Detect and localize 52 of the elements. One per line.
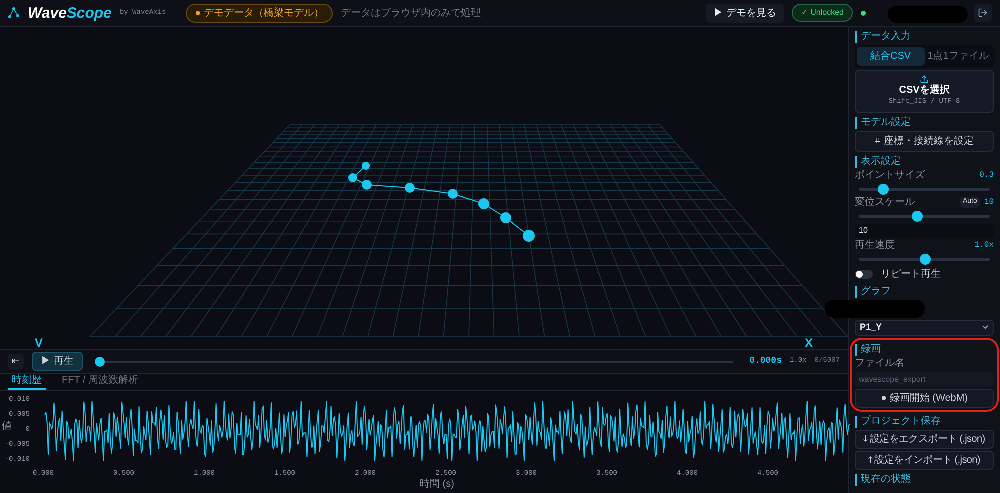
logo-icon bbox=[8, 7, 20, 19]
timeline-thumb[interactable] bbox=[94, 356, 105, 366]
upload-title: CSVを選択 bbox=[899, 84, 950, 97]
logo-text: WaveScope bbox=[28, 6, 112, 20]
field-label: ファイル名 bbox=[855, 358, 906, 370]
slider-thumb[interactable] bbox=[878, 184, 889, 194]
section-title: データ入力 bbox=[855, 31, 994, 43]
demo-button[interactable]: ▶ デモを見る bbox=[706, 4, 784, 22]
slider-track[interactable] bbox=[859, 210, 990, 222]
setting-reading: 0.3 bbox=[980, 170, 994, 182]
section-title: 表示設定 bbox=[855, 156, 994, 168]
notice-text: データはブラウザ内のみで処理 bbox=[340, 6, 481, 20]
setting-reading: 1.0x bbox=[974, 240, 994, 252]
slider-thumb[interactable] bbox=[912, 210, 923, 222]
setting-reading: 10 bbox=[984, 196, 994, 208]
slider-track[interactable] bbox=[859, 184, 990, 194]
chart-tab[interactable]: FFT / 周波数解析 bbox=[58, 374, 142, 390]
axis-label: X bbox=[804, 337, 813, 349]
record-button[interactable]: ● 録画開始 (WebM) bbox=[855, 388, 994, 408]
play-button[interactable]: ▶ 再生 bbox=[32, 352, 83, 371]
file-name-input[interactable]: wavescope_export bbox=[855, 372, 994, 386]
export-button[interactable]: ⤓ 設定をエクスポート (.json) bbox=[855, 430, 994, 448]
slider-thumb[interactable] bbox=[920, 254, 930, 264]
axis-label: V bbox=[35, 337, 44, 349]
setting-label: 変位スケール bbox=[855, 196, 916, 208]
setting-label: ポイントサイズ bbox=[855, 170, 925, 182]
repeat-toggle[interactable] bbox=[855, 270, 873, 278]
repeat-label: リピート再生 bbox=[881, 268, 941, 282]
demo-data-badge: ● デモデータ（橋梁モデル） bbox=[186, 4, 333, 22]
scale-input[interactable]: 10 bbox=[855, 224, 994, 238]
time-reading: 0.000s bbox=[750, 354, 782, 368]
logout-button[interactable] bbox=[974, 4, 992, 22]
section-title: 録画 bbox=[855, 344, 994, 356]
section-title: モデル設定 bbox=[855, 116, 994, 128]
chevron-icon bbox=[982, 325, 989, 330]
logout-icon bbox=[978, 8, 988, 18]
slider-track[interactable] bbox=[859, 254, 990, 264]
chart-tab[interactable]: 時刻歴 bbox=[8, 374, 46, 390]
input-mode-tab[interactable]: 結合CSV bbox=[857, 47, 924, 66]
section-title: 現在の状態 bbox=[855, 474, 994, 486]
y-axis-label: 値 bbox=[2, 420, 12, 434]
import-button[interactable]: ⤒ 設定をインポート (.json) bbox=[855, 450, 994, 470]
section-title: プロジェクト保存 bbox=[855, 416, 994, 428]
status-badge: ✓ Unlocked bbox=[792, 4, 853, 22]
setting-label: 再生速度 bbox=[855, 240, 895, 252]
upload-icon bbox=[920, 75, 929, 84]
reset-button[interactable]: ⇤ bbox=[8, 354, 24, 370]
series-select[interactable]: P1_Y bbox=[855, 320, 994, 336]
x-axis-label: 時間 (s) bbox=[420, 479, 454, 490]
coordinates-button[interactable]: ⌗ 座標・接続線を設定 bbox=[855, 130, 994, 152]
section-title: グラフ bbox=[855, 286, 994, 298]
input-mode-tab[interactable]: 1点1ファイル bbox=[924, 47, 992, 66]
